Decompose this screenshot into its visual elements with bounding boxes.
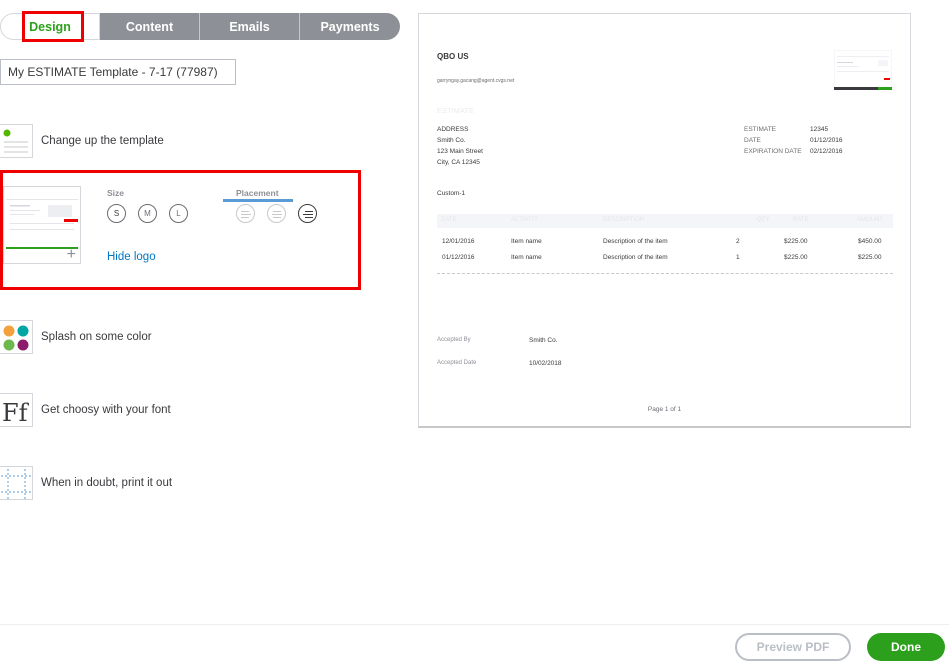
cell-description: Description of the item — [603, 238, 668, 245]
column-header: DATE — [441, 217, 457, 223]
template-name-input[interactable] — [0, 59, 236, 85]
print-margins-icon — [0, 466, 33, 500]
option-label: Change up the template — [41, 135, 164, 147]
meta-keys: ESTIMATE DATE EXPIRATION DATE — [744, 124, 802, 157]
address-line: 123 Main Street — [437, 148, 483, 155]
tab-payments[interactable]: Payments — [300, 13, 400, 40]
table-row: 01/12/2016 Item name Description of the … — [437, 254, 893, 266]
preview-pdf-button[interactable]: Preview PDF — [735, 633, 851, 661]
company-email: garryngay.gacang@agent.cvgs.net — [437, 78, 515, 84]
column-header: AMOUNT — [857, 217, 883, 223]
company-logo — [833, 49, 893, 91]
address-line: City, CA 12345 — [437, 159, 480, 166]
tab-content[interactable]: Content — [100, 13, 200, 40]
cell-amount: $225.00 — [858, 254, 882, 261]
cell-description: Description of the item — [603, 254, 668, 261]
cell-date: 01/12/2016 — [442, 254, 475, 261]
page-number: Page 1 of 1 — [647, 406, 682, 413]
placement-right-button[interactable] — [298, 204, 317, 223]
color-swatch — [17, 339, 29, 351]
color-swatch — [3, 339, 15, 351]
color-swatch — [17, 325, 29, 337]
column-header: DESCRIPTION — [603, 217, 645, 223]
font-icon: Ff — [0, 393, 33, 427]
billing-address: ADDRESS Smith Co. 123 Main Street City, … — [437, 124, 483, 168]
accepted-date-label: Accepted Date — [437, 360, 477, 366]
cell-activity: Item name — [511, 238, 542, 245]
cell-date: 12/01/2016 — [442, 238, 475, 245]
option-label: Get choosy with your font — [41, 404, 171, 416]
template-editor: Design Content Emails Payments Change up… — [0, 0, 949, 661]
meta-values: 12345 01/12/2016 02/12/2016 — [810, 124, 843, 157]
option-font[interactable]: Ff Get choosy with your font — [0, 393, 171, 427]
template-icon — [0, 124, 33, 158]
meta-value: 02/12/2016 — [810, 148, 843, 155]
option-print[interactable]: When in doubt, print it out — [0, 466, 172, 500]
footer-bar: Preview PDF Done — [0, 624, 949, 661]
cell-qty: 1 — [736, 254, 740, 261]
accepted-by-label: Accepted By — [437, 337, 471, 343]
size-large-button[interactable]: L — [169, 204, 188, 223]
column-header: RATE — [793, 217, 809, 223]
cell-amount: $450.00 — [858, 238, 882, 245]
cell-qty: 2 — [736, 238, 740, 245]
color-swatch — [3, 325, 15, 337]
option-splash-color[interactable]: Splash on some color — [0, 320, 152, 354]
size-small-button[interactable]: S — [107, 204, 126, 223]
accepted-by-value: Smith Co. — [529, 337, 558, 344]
meta-value: 01/12/2016 — [810, 137, 843, 144]
logo-thumbnail[interactable]: + — [3, 186, 81, 264]
placement-left-button[interactable] — [236, 204, 255, 223]
size-medium-button[interactable]: M — [138, 204, 157, 223]
placement-label: Placement — [236, 188, 279, 198]
meta-key: ESTIMATE — [744, 126, 777, 133]
done-button[interactable]: Done — [867, 633, 945, 661]
column-header: QTY — [757, 217, 770, 223]
address-label: ADDRESS — [437, 126, 469, 133]
table-divider — [437, 273, 893, 274]
estimate-preview: QBO US garryngay.gacang@agent.cvgs.net E… — [418, 13, 911, 428]
svg-text:Ff: Ff — [2, 399, 30, 427]
tab-bar: Design Content Emails Payments — [0, 13, 400, 40]
size-label: Size — [107, 188, 125, 198]
table-row: 12/01/2016 Item name Description of the … — [437, 238, 893, 250]
option-label: When in doubt, print it out — [41, 477, 173, 489]
cell-activity: Item name — [511, 254, 542, 261]
tab-design[interactable]: Design — [0, 13, 100, 40]
meta-value: 12345 — [810, 126, 829, 133]
option-change-template[interactable]: Change up the template — [0, 124, 164, 158]
table-header: DATE ACTIVITY DESCRIPTION QTY RATE AMOUN… — [437, 214, 893, 228]
placement-center-button[interactable] — [267, 204, 286, 223]
add-logo-icon[interactable]: + — [67, 247, 76, 263]
logo-panel: + Size S M L Placement Hide logo — [0, 170, 361, 290]
option-label: Splash on some color — [41, 331, 152, 343]
doc-title: ESTIMATE — [437, 106, 474, 115]
column-header: ACTIVITY — [511, 217, 539, 223]
custom-field: Custom-1 — [437, 190, 466, 197]
cell-rate: $225.00 — [784, 238, 808, 245]
tab-emails[interactable]: Emails — [200, 13, 300, 40]
company-name: QBO US — [437, 52, 469, 61]
meta-key: EXPIRATION DATE — [744, 148, 802, 155]
placement-indicator — [223, 199, 293, 202]
accepted-date-value: 10/02/2018 — [529, 360, 562, 367]
cell-rate: $225.00 — [784, 254, 808, 261]
meta-key: DATE — [744, 137, 761, 144]
color-palette-icon — [0, 320, 33, 354]
address-line: Smith Co. — [437, 137, 466, 144]
hide-logo-link[interactable]: Hide logo — [107, 251, 156, 263]
